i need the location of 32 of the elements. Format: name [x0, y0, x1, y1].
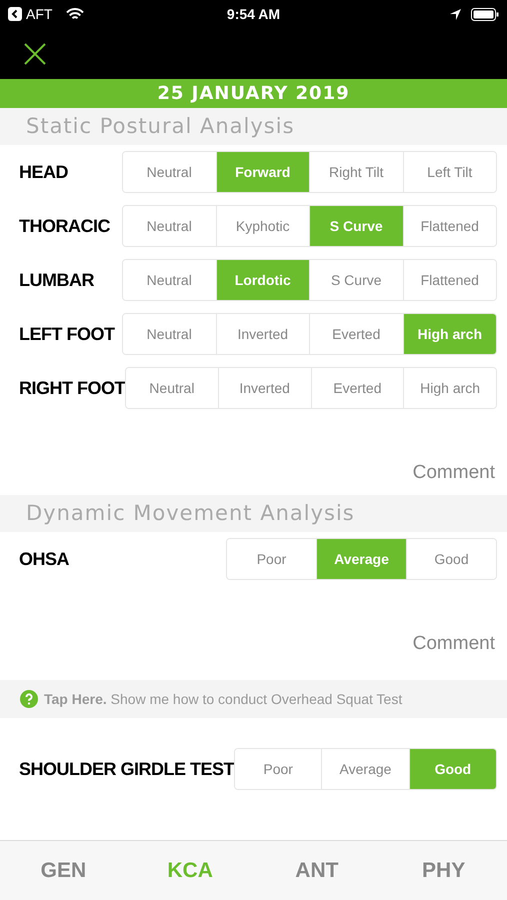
clock-time: 9:54 AM — [226, 4, 282, 24]
row-label: LUMBAR — [19, 268, 95, 292]
option-segment[interactable]: High arch — [402, 314, 496, 354]
tab[interactable]: GEN — [0, 854, 127, 886]
wifi-icon — [66, 8, 84, 20]
date-banner: 25 JANUARY 2019 — [0, 79, 507, 108]
tab[interactable]: ANT — [254, 854, 380, 886]
row-label: THORACIC — [19, 214, 111, 238]
option-segment[interactable]: High arch — [403, 368, 496, 408]
option-segment[interactable]: Flattened — [402, 260, 496, 300]
option-segment[interactable]: Average — [316, 539, 406, 579]
battery-icon — [471, 8, 499, 20]
location-icon — [450, 8, 461, 20]
row-label: RIGHT FOOT — [19, 376, 125, 400]
option-segment[interactable]: Left Tilt — [402, 152, 496, 192]
option-segment[interactable]: Flattened — [402, 206, 496, 246]
option-segment[interactable]: Good — [408, 749, 496, 789]
row-label: OHSA — [19, 548, 70, 570]
tab[interactable]: KCA — [126, 854, 254, 886]
row-label: SHOULDER GIRDLE TEST — [19, 758, 234, 780]
back-icon[interactable] — [8, 7, 22, 21]
option-segment[interactable]: Lordotic — [216, 260, 309, 300]
tab[interactable]: PHY — [380, 854, 507, 886]
row-label: LEFT FOOT — [19, 322, 116, 346]
close-icon[interactable] — [24, 42, 46, 64]
option-segment[interactable]: S Curve — [309, 206, 402, 246]
row-label: HEAD — [19, 160, 70, 184]
option-segment[interactable]: Forward — [216, 152, 309, 192]
option-segment[interactable]: Good — [406, 539, 496, 579]
section-title: Dynamic Movement Analysis — [26, 500, 355, 527]
section-title: Static Postural Analysis — [26, 112, 295, 140]
back-label[interactable]: AFT — [26, 4, 52, 24]
